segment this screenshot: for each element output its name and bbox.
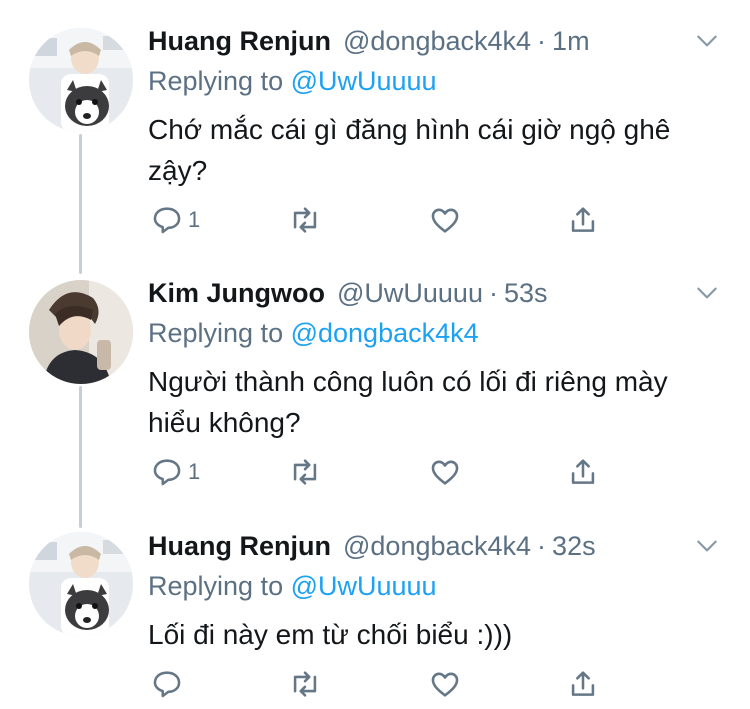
tweet-actions: 1: [148, 200, 618, 240]
tweet-text: Người thành công luôn có lối đi riêng mà…: [148, 366, 668, 438]
tweet-actions: [148, 664, 618, 704]
reply-button[interactable]: [150, 664, 184, 704]
reply-button[interactable]: 1: [150, 452, 200, 492]
separator-dot: ·: [537, 531, 547, 561]
share-button[interactable]: [566, 452, 600, 492]
reply-button[interactable]: 1: [150, 200, 200, 240]
timestamp[interactable]: 32s: [552, 531, 596, 561]
tweet-header: Huang Renjun @dongback4k4 · 32s: [148, 529, 710, 563]
replying-prefix: Replying to: [148, 66, 291, 96]
user-handle[interactable]: @UwUuuuu: [337, 278, 483, 308]
like-button[interactable]: [428, 200, 462, 240]
chevron-down-icon[interactable]: [694, 280, 720, 306]
tweet-actions: 1: [148, 452, 618, 492]
replying-prefix: Replying to: [148, 571, 291, 601]
retweet-button[interactable]: [288, 200, 322, 240]
timestamp[interactable]: 1m: [552, 26, 590, 56]
reply-icon: [150, 667, 184, 701]
retweet-icon: [288, 455, 322, 489]
tweet-header: Kim Jungwoo @UwUuuuu · 53s: [148, 276, 710, 310]
share-button[interactable]: [566, 200, 600, 240]
share-icon: [566, 455, 600, 489]
tweet[interactable]: Kim Jungwoo @UwUuuuu · 53s Replying to @don…: [0, 264, 750, 519]
replying-to: Replying to @dongback4k4: [148, 316, 479, 350]
replying-to: Replying to @UwUuuuu: [148, 64, 437, 98]
avatar[interactable]: [29, 280, 133, 384]
retweet-button[interactable]: [288, 452, 322, 492]
share-icon: [566, 667, 600, 701]
heart-icon: [428, 203, 462, 237]
tweet-header: Huang Renjun @dongback4k4 · 1m: [148, 24, 710, 58]
heart-icon: [428, 667, 462, 701]
tweet[interactable]: Huang Renjun @dongback4k4 · 1m Replying to …: [0, 0, 750, 264]
replying-prefix: Replying to: [148, 318, 291, 348]
display-name[interactable]: Kim Jungwoo: [148, 278, 325, 308]
share-icon: [566, 203, 600, 237]
user-handle[interactable]: @dongback4k4: [343, 531, 531, 561]
reply-count: 1: [188, 459, 201, 484]
heart-icon: [428, 455, 462, 489]
chevron-down-icon[interactable]: [694, 533, 720, 559]
avatar[interactable]: [29, 532, 133, 636]
mention-link[interactable]: @UwUuuuu: [291, 571, 437, 601]
mention-link[interactable]: @dongback4k4: [291, 318, 479, 348]
like-button[interactable]: [428, 452, 462, 492]
retweet-button[interactable]: [288, 664, 322, 704]
chevron-down-icon[interactable]: [694, 28, 720, 54]
user-handle[interactable]: @dongback4k4: [343, 26, 531, 56]
like-button[interactable]: [428, 664, 462, 704]
share-button[interactable]: [566, 664, 600, 704]
mention-link[interactable]: @UwUuuuu: [291, 66, 437, 96]
avatar[interactable]: [29, 28, 133, 132]
replying-to: Replying to @UwUuuuu: [148, 569, 437, 603]
tweet-text: Lối đi này em từ chối biểu :))): [148, 619, 513, 650]
tweet-text: Chớ mắc cái gì đăng hình cái giờ ngộ ghê…: [148, 114, 671, 186]
reply-icon: [150, 455, 184, 489]
reply-icon: [150, 203, 184, 237]
display-name[interactable]: Huang Renjun: [148, 26, 331, 56]
retweet-icon: [288, 203, 322, 237]
separator-dot: ·: [488, 278, 498, 308]
retweet-icon: [288, 667, 322, 701]
reply-count: 1: [188, 207, 201, 232]
separator-dot: ·: [537, 26, 547, 56]
tweet[interactable]: Huang Renjun @dongback4k4 · 32s Replying to…: [0, 519, 750, 709]
timestamp[interactable]: 53s: [504, 278, 548, 308]
display-name[interactable]: Huang Renjun: [148, 531, 331, 561]
